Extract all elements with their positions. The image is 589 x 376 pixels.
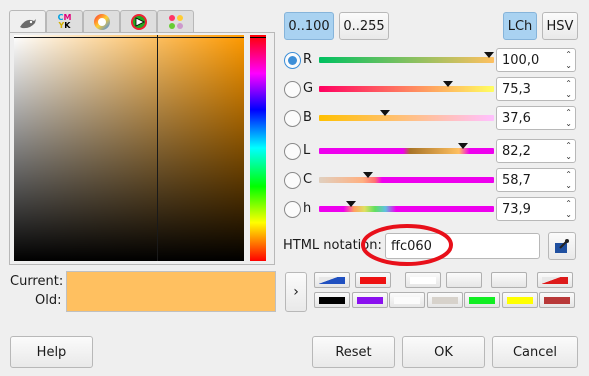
hsv-button[interactable]: HSV [542, 12, 578, 40]
slider-b[interactable] [319, 110, 494, 121]
ok-button[interactable]: OK [402, 336, 485, 368]
spin-h[interactable]: 73,9 ⌃ ⌄ [496, 197, 576, 221]
palette-icon [168, 14, 183, 29]
slider-r[interactable] [319, 52, 494, 63]
spin-c-value: 58,7 [502, 173, 531, 188]
spin-l-value: 82,2 [502, 144, 531, 159]
radio-l[interactable] [284, 143, 301, 160]
color-wheel-icon [93, 13, 110, 30]
spin-down-icon[interactable]: ⌄ [565, 211, 572, 219]
hue-marker [250, 37, 266, 38]
spin-down-icon[interactable]: ⌄ [565, 182, 572, 190]
channel-label-r: R [303, 52, 313, 67]
slider-c[interactable] [319, 172, 494, 183]
spin-down-icon[interactable]: ⌄ [565, 120, 572, 128]
cancel-button[interactable]: Cancel [492, 336, 578, 368]
lch-button[interactable]: LCh [503, 12, 537, 40]
sv-crosshair-horizontal [14, 37, 244, 38]
history-swatch[interactable] [355, 272, 391, 288]
spin-b[interactable]: 37,6 ⌃ ⌄ [496, 106, 576, 130]
slider-l-marker [458, 143, 468, 149]
spin-l[interactable]: 82,2 ⌃ ⌄ [496, 139, 576, 163]
eyedropper-button[interactable] [548, 232, 576, 260]
hue-strip[interactable] [250, 35, 266, 261]
history-swatch[interactable] [539, 292, 575, 308]
channel-label-c: C [303, 172, 313, 187]
tab-palette[interactable] [157, 10, 194, 32]
history-swatch[interactable] [464, 292, 500, 308]
spin-b-value: 37,6 [502, 111, 531, 126]
annotation-circle [361, 224, 453, 266]
history-swatch[interactable] [427, 292, 463, 308]
history-swatch[interactable] [389, 292, 425, 308]
spin-c[interactable]: 58,7 ⌃ ⌄ [496, 168, 576, 192]
eyedropper-icon [555, 239, 569, 253]
channel-label-h: h [303, 201, 312, 216]
tab-gimp[interactable] [9, 10, 46, 34]
reset-button[interactable]: Reset [312, 336, 395, 368]
spin-up-icon[interactable]: ⌃ [565, 200, 572, 208]
radio-h[interactable] [284, 201, 301, 218]
radio-r[interactable] [284, 52, 301, 69]
spin-up-icon[interactable]: ⌃ [565, 80, 572, 88]
spin-up-icon[interactable]: ⌃ [565, 171, 572, 179]
slider-r-marker [484, 52, 494, 58]
channel-label-g: G [303, 81, 314, 96]
tab-color-triangle[interactable] [120, 10, 157, 32]
slider-h-marker [346, 201, 356, 207]
channel-label-l: L [303, 143, 311, 158]
slider-g-marker [443, 81, 453, 87]
spin-up-icon[interactable]: ⌃ [565, 51, 572, 59]
history-swatch[interactable] [405, 272, 441, 288]
channel-label-b: B [303, 110, 312, 125]
color-triangle-icon [130, 13, 147, 30]
spin-down-icon[interactable]: ⌄ [565, 153, 572, 161]
current-old-color-preview [66, 271, 276, 312]
radio-b[interactable] [284, 110, 301, 127]
radio-g[interactable] [284, 81, 301, 98]
color-sv-area[interactable] [14, 35, 244, 261]
spin-up-icon[interactable]: ⌃ [565, 109, 572, 117]
cmyk-icon: CM YK [58, 13, 72, 30]
old-label: Old: [35, 293, 62, 308]
spin-g-value: 75,3 [502, 82, 531, 97]
history-swatch[interactable] [491, 272, 527, 288]
slider-g[interactable] [319, 81, 494, 92]
tab-cmyk[interactable]: CM YK [46, 10, 83, 32]
spin-down-icon[interactable]: ⌄ [565, 62, 572, 70]
history-swatch[interactable] [352, 292, 388, 308]
cmyk-k: K [64, 20, 71, 30]
history-swatch[interactable] [314, 292, 350, 308]
tab-color-wheel[interactable] [83, 10, 120, 32]
help-button[interactable]: Help [10, 336, 93, 368]
range-0-100-button[interactable]: 0..100 [284, 12, 334, 40]
history-expand-button[interactable]: › [285, 272, 307, 312]
range-0-255-button[interactable]: 0..255 [339, 12, 389, 40]
slider-h[interactable] [319, 201, 494, 212]
sv-crosshair-vertical [157, 35, 158, 261]
spin-h-value: 73,9 [502, 202, 531, 217]
history-swatch[interactable] [502, 292, 538, 308]
spin-r-value: 100,0 [502, 53, 540, 68]
history-swatch[interactable] [537, 272, 573, 288]
chevron-right-icon: › [293, 284, 299, 300]
history-swatch[interactable] [314, 272, 350, 288]
slider-l[interactable] [319, 143, 494, 154]
gimp-wilber-icon [19, 18, 36, 28]
spin-down-icon[interactable]: ⌄ [565, 91, 572, 99]
current-label: Current: [10, 274, 64, 289]
history-swatch[interactable] [446, 272, 482, 288]
spin-g[interactable]: 75,3 ⌃ ⌄ [496, 77, 576, 101]
radio-c[interactable] [284, 172, 301, 189]
slider-c-marker [363, 172, 373, 178]
spin-r[interactable]: 100,0 ⌃ ⌄ [496, 48, 576, 72]
slider-b-marker [380, 110, 390, 116]
spin-up-icon[interactable]: ⌃ [565, 142, 572, 150]
